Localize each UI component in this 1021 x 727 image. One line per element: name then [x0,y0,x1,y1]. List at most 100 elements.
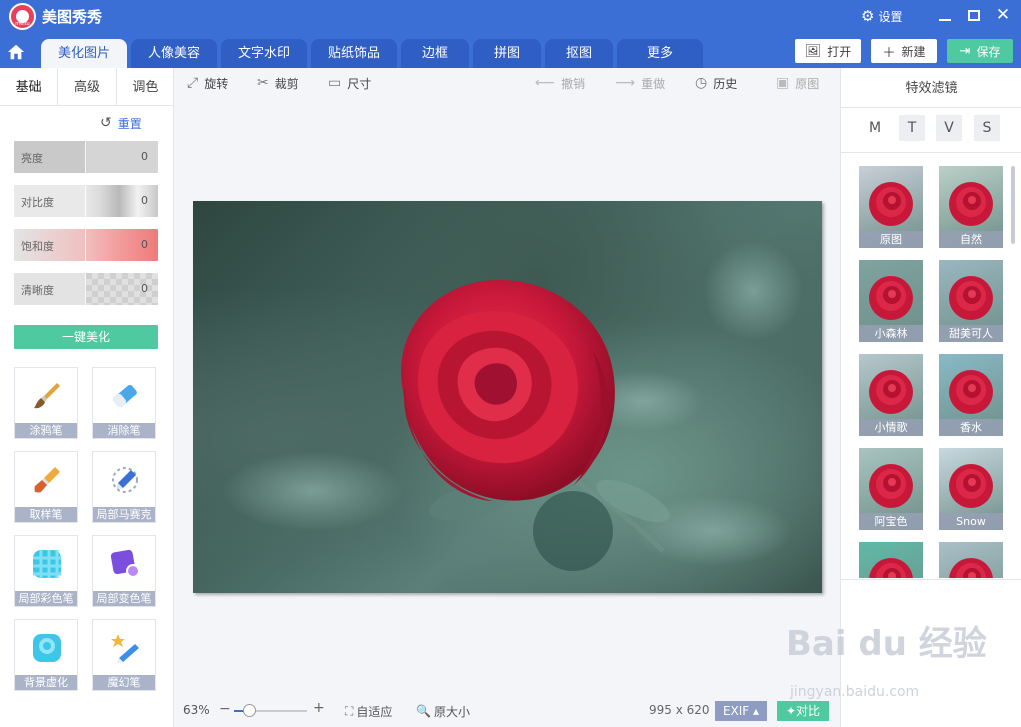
filter-panel-title: 特效滤镜 [841,68,1021,108]
sharpness-slider[interactable]: 清晰度 0 [14,273,158,305]
maximize-button[interactable] [963,4,985,26]
image-icon: ▣ [776,75,790,91]
save-button[interactable]: ⇥ 保存 [947,39,1013,63]
subtab-color[interactable]: 调色 [117,68,174,105]
tab-more[interactable]: 更多 [617,39,703,68]
crop-button[interactable]: ✂ 裁剪 [257,74,299,92]
fit-label: 自适应 [356,704,393,719]
main-tab-bar: 美化图片 人像美容 文字水印 贴纸饰品 边框 拼图 抠图 更多 🖼 打开 ＋ 新… [0,34,1021,68]
brightness-slider[interactable]: 亮度 0 [14,141,158,173]
filter-label: 原图 [859,231,923,248]
compare-button[interactable]: ✦对比 [777,701,829,721]
rose-photo [223,241,803,571]
filter-category-v[interactable]: V [936,115,962,141]
close-icon: ✕ [995,5,1011,25]
saturation-label: 饱和度 [21,240,54,253]
actual-size-button[interactable]: 🔍 原大小 [416,703,470,719]
zoom-out-button[interactable]: − [219,701,231,717]
rose [401,279,615,501]
filter-love-song[interactable]: 小情歌 [859,354,923,436]
filter-abao[interactable]: 阿宝色 [859,448,923,530]
filter-label: 甜美可人 [939,325,1003,342]
tab-text-watermark[interactable]: 文字水印 [221,39,307,68]
filter-snow[interactable]: Snow [939,448,1003,530]
tool-local-color-pen[interactable]: 局部彩色笔 [14,535,78,607]
filter-little-forest[interactable]: 小森林 [859,260,923,342]
contrast-slider[interactable]: 对比度 0 [14,185,158,217]
settings-button[interactable]: ⚙ 设置 [861,6,902,26]
filter-perfume[interactable]: 香水 [939,354,1003,436]
app-logo-icon: meitu [9,3,36,30]
minimize-button[interactable] [934,4,956,26]
baidu-watermark: Bai du 经验 [786,624,987,664]
tab-beautify[interactable]: 美化图片 [41,39,127,68]
redo-button[interactable]: ⟶ 重做 [615,74,665,92]
mosaic-pen-icon [112,467,138,493]
tab-cutout[interactable]: 抠图 [545,39,613,68]
rotate-button[interactable]: ⤢ 旋转 [187,74,228,92]
filter-item[interactable] [859,542,923,578]
clock-icon: ◷ [695,75,708,91]
fit-window-button[interactable]: ⛶ 自适应 [345,703,392,719]
resize-button[interactable]: ▭ 尺寸 [328,74,371,92]
tool-magic-pen[interactable]: 魔幻笔 [92,619,156,691]
magnifier-icon: 🔍 [416,704,431,718]
subtab-advanced[interactable]: 高级 [58,68,117,105]
tool-local-recolor-pen[interactable]: 局部变色笔 [92,535,156,607]
exif-button[interactable]: EXIF ▴ [715,701,767,721]
zoom-slider-handle[interactable] [242,704,256,717]
subtab-basic[interactable]: 基础 [0,68,59,105]
logo-text: meitu [15,21,30,27]
filter-original[interactable]: 原图 [859,166,923,248]
new-button[interactable]: ＋ 新建 [871,39,937,63]
zoom-in-button[interactable]: + [313,700,325,716]
saturation-slider[interactable]: 饱和度 0 [14,229,158,261]
one-click-beautify-button[interactable]: 一键美化 [14,325,158,349]
rotate-icon: ⤢ [187,75,199,91]
filter-category-s[interactable]: S [974,115,1000,141]
tool-label: 局部变色笔 [93,591,155,606]
crop-label: 裁剪 [274,76,299,91]
tab-stickers[interactable]: 贴纸饰品 [311,39,397,68]
filter-natural[interactable]: 自然 [939,166,1003,248]
tab-portrait[interactable]: 人像美容 [131,39,217,68]
tool-label: 局部彩色笔 [15,591,77,606]
maximize-icon [968,10,980,21]
adjust-subtabs: 基础 高级 调色 [0,68,174,106]
filter-scrollbar[interactable] [1011,166,1015,244]
adjust-panel: 基础 高级 调色 ↺ 重置 亮度 0 对比度 0 饱和度 0 清晰度 0 一键美… [0,68,174,727]
filter-thumb [939,542,1003,578]
filter-sweet[interactable]: 甜美可人 [939,260,1003,342]
plus-icon: ＋ [882,45,896,61]
redo-icon: ⟶ [615,75,636,91]
filter-category-m[interactable]: M [862,115,888,141]
actual-size-label: 原大小 [433,704,470,719]
tool-eraser-pen[interactable]: 消除笔 [92,367,156,439]
tab-frames[interactable]: 边框 [401,39,469,68]
tab-collage[interactable]: 拼图 [473,39,541,68]
filter-item[interactable] [939,542,1003,578]
app-title: 美图秀秀 [42,8,103,26]
history-button[interactable]: ◷ 历史 [695,74,737,92]
home-button[interactable] [4,38,28,66]
tool-background-blur[interactable]: 背景虚化 [14,619,78,691]
tool-label: 涂鸦笔 [15,423,77,438]
open-button[interactable]: 🖼 打开 [795,39,861,63]
original-button[interactable]: ▣ 原图 [776,74,819,92]
tool-local-mosaic[interactable]: 局部马赛克 [92,451,156,523]
close-button[interactable]: ✕ [992,4,1014,26]
reset-button[interactable]: ↺ 重置 [100,114,142,132]
undo-button[interactable]: ⟵ 撤销 [535,74,585,92]
photo-canvas[interactable] [193,201,822,593]
gear-icon: ⚙ [861,7,875,25]
contrast-label: 对比度 [21,196,54,209]
tool-sampler-pen[interactable]: 取样笔 [14,451,78,523]
tool-doodle-pen[interactable]: 涂鸦笔 [14,367,78,439]
tool-label: 消除笔 [93,423,155,438]
compare-icon: ✦ [785,704,797,718]
filter-category-t[interactable]: T [899,115,925,141]
reset-label: 重置 [117,116,142,131]
sharpness-value: 0 [141,282,148,295]
recolor-pen-icon [110,549,140,578]
undo-icon: ⟵ [535,75,556,91]
